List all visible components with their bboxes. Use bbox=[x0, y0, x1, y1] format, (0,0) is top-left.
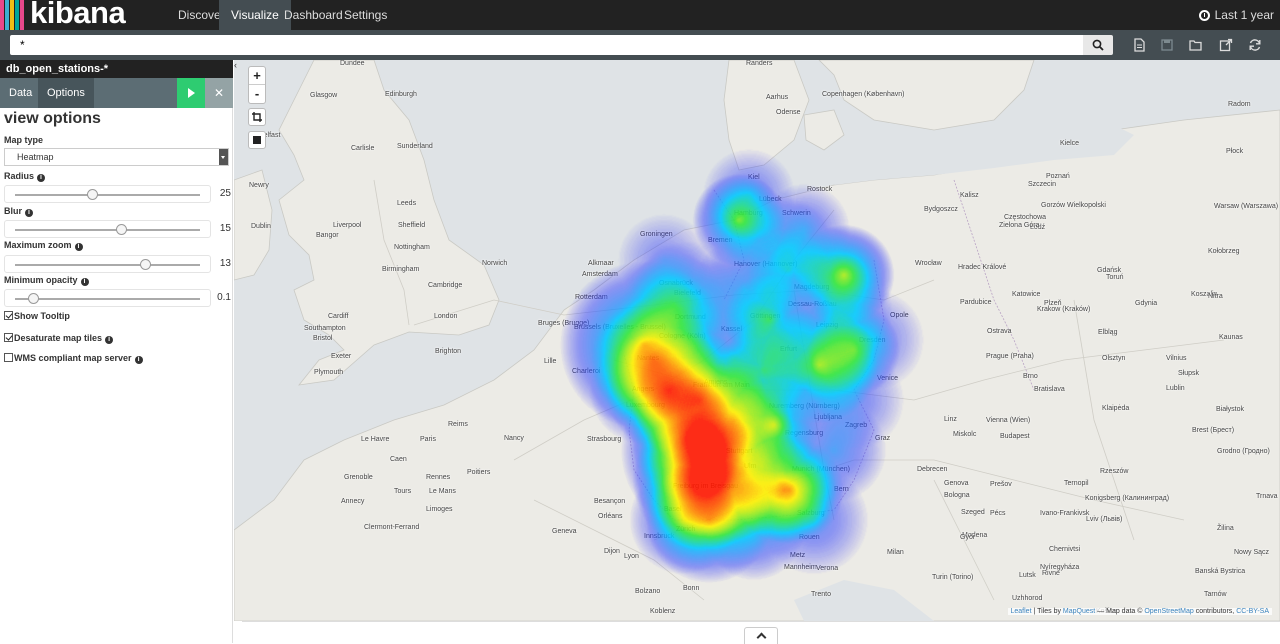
tab-data[interactable]: Data bbox=[0, 78, 41, 108]
blur-label: Blur i bbox=[4, 206, 33, 217]
new-visualization-icon[interactable] bbox=[1132, 38, 1146, 52]
desaturate-option[interactable]: Desaturate map tiles i bbox=[4, 333, 114, 344]
save-icon[interactable] bbox=[1160, 38, 1174, 52]
logo-stripe bbox=[5, 0, 9, 30]
draw-rectangle-icon bbox=[253, 136, 261, 144]
info-icon: i bbox=[134, 356, 143, 364]
logo-stripe bbox=[10, 0, 14, 30]
zoom-control: + - bbox=[248, 66, 266, 104]
attribution-text: — Map data © bbox=[1095, 608, 1145, 615]
info-icon: i bbox=[105, 336, 114, 344]
checkbox-label: Show Tooltip bbox=[14, 311, 70, 321]
map-attribution: Leaflet | Tiles by MapQuest — Map data ©… bbox=[1007, 608, 1272, 615]
slider-track bbox=[15, 298, 200, 300]
license-link[interactable]: CC-BY-SA bbox=[1236, 608, 1269, 615]
radius-slider[interactable] bbox=[4, 185, 211, 203]
checkbox-label: Desaturate map tiles bbox=[14, 333, 103, 343]
min-opacity-label: Minimum opacity i bbox=[4, 275, 89, 286]
refresh-icon[interactable] bbox=[1248, 38, 1262, 52]
apply-changes-button[interactable] bbox=[177, 78, 205, 108]
logo-stripe bbox=[0, 0, 4, 30]
checkbox-label: WMS compliant map server bbox=[14, 353, 132, 363]
chevron-down-icon bbox=[219, 149, 228, 165]
wms-checkbox[interactable] bbox=[4, 353, 13, 362]
attribution-text: | Tiles by bbox=[1031, 608, 1063, 615]
slider-thumb[interactable] bbox=[116, 224, 128, 235]
show-tooltip-checkbox[interactable] bbox=[4, 311, 13, 320]
slider-thumb[interactable] bbox=[27, 293, 39, 304]
heatmap-map[interactable]: DundeeGlasgowEdinburghCarlisleSunderland… bbox=[234, 60, 1280, 621]
discard-changes-button[interactable]: ✕ bbox=[205, 78, 233, 108]
top-navbar: kibana Discover Visualize Dashboard Sett… bbox=[0, 0, 1280, 30]
search-bar bbox=[0, 30, 1280, 60]
tab-options[interactable]: Options bbox=[38, 78, 94, 108]
radius-value: 25 bbox=[219, 188, 231, 199]
zoom-out-button[interactable]: - bbox=[249, 85, 265, 103]
heatmap-layer bbox=[234, 60, 1280, 621]
logo-text: kibana bbox=[30, 0, 126, 30]
vis-editor-sidebar: db_open_stations-* Data Options ✕ view o… bbox=[0, 60, 233, 643]
min-opacity-value: 0.1 bbox=[217, 292, 231, 303]
mapquest-link[interactable]: MapQuest bbox=[1063, 608, 1095, 615]
logo-stripe bbox=[15, 0, 19, 30]
timepicker-label: Last 1 year bbox=[1214, 8, 1274, 22]
blur-value: 15 bbox=[219, 223, 231, 234]
max-zoom-value: 13 bbox=[219, 258, 231, 269]
show-tooltip-option[interactable]: Show Tooltip bbox=[4, 311, 70, 321]
timepicker[interactable]: Last 1 year bbox=[1198, 0, 1274, 30]
map-type-select[interactable]: Heatmap bbox=[4, 148, 229, 166]
search-button[interactable] bbox=[1083, 35, 1113, 55]
osm-link[interactable]: OpenStreetMap bbox=[1144, 608, 1193, 615]
logo-stripe bbox=[20, 0, 24, 30]
draw-rectangle-button[interactable] bbox=[248, 131, 266, 149]
kibana-logo[interactable]: kibana bbox=[0, 0, 160, 30]
slider-track bbox=[15, 229, 200, 231]
options-title: view options bbox=[4, 110, 101, 127]
sidebar-tabs: Data Options ✕ bbox=[0, 78, 233, 108]
zoom-in-button[interactable]: + bbox=[249, 67, 265, 85]
spy-panel-bar bbox=[242, 621, 1280, 644]
share-icon[interactable] bbox=[1219, 38, 1233, 52]
slider-track bbox=[15, 264, 200, 266]
min-opacity-slider[interactable] bbox=[4, 289, 211, 307]
leaflet-link[interactable]: Leaflet bbox=[1011, 608, 1032, 615]
search-input[interactable] bbox=[10, 35, 1083, 55]
clock-icon bbox=[1198, 10, 1210, 21]
fit-bounds-icon bbox=[252, 112, 262, 122]
info-icon: i bbox=[25, 209, 33, 217]
slider-track bbox=[15, 194, 200, 196]
attribution-text: contributors, bbox=[1193, 608, 1237, 615]
info-icon: i bbox=[37, 174, 46, 182]
collapse-sidebar-button[interactable]: ‹ bbox=[234, 60, 240, 80]
desaturate-checkbox[interactable] bbox=[4, 333, 13, 342]
max-zoom-slider[interactable] bbox=[4, 255, 211, 273]
index-pattern-title: db_open_stations-* bbox=[0, 60, 233, 78]
info-icon: i bbox=[80, 278, 89, 286]
spy-toggle-button[interactable] bbox=[744, 627, 778, 644]
wms-option[interactable]: WMS compliant map server i bbox=[4, 353, 143, 364]
map-type-value: Heatmap bbox=[17, 152, 54, 162]
map-type-label: Map type bbox=[4, 135, 44, 145]
radius-label: Radius i bbox=[4, 171, 46, 182]
blur-slider[interactable] bbox=[4, 220, 211, 238]
slider-thumb[interactable] bbox=[140, 259, 152, 270]
max-zoom-label: Maximum zoom i bbox=[4, 240, 83, 251]
fit-bounds-button[interactable] bbox=[248, 108, 266, 126]
info-icon: i bbox=[74, 243, 83, 251]
slider-thumb[interactable] bbox=[86, 189, 98, 200]
open-icon[interactable] bbox=[1189, 38, 1203, 52]
search-icon bbox=[1092, 39, 1104, 51]
nav-tab-settings[interactable]: Settings bbox=[332, 0, 399, 30]
